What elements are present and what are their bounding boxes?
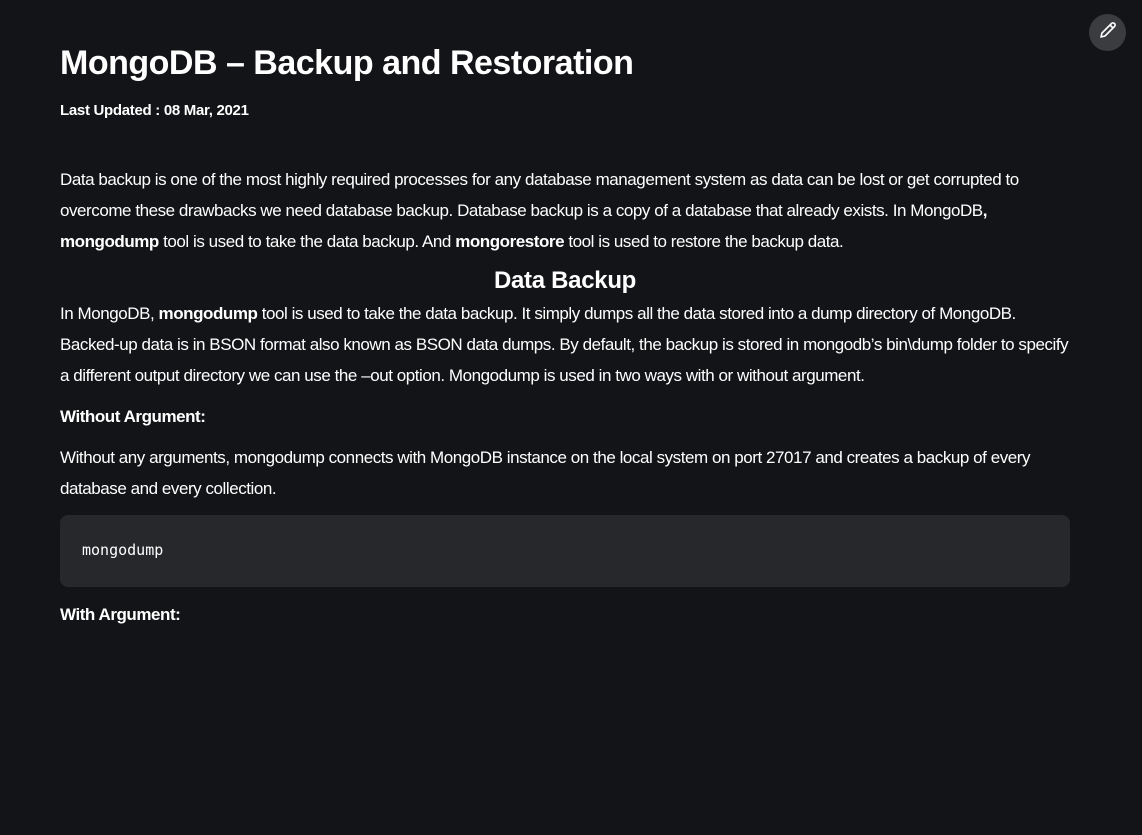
article: MongoDB – Backup and Restoration Last Up…	[60, 40, 1070, 630]
with-argument-label: With Argument:	[60, 605, 181, 624]
code-block[interactable]: mongodump	[60, 515, 1070, 587]
section-paragraph: In MongoDB, mongodump tool is used to ta…	[60, 298, 1070, 391]
edit-button[interactable]	[1089, 14, 1126, 51]
without-argument-label: Without Argument:	[60, 407, 206, 426]
section-heading: Data Backup	[493, 267, 637, 294]
bold-text: mongorestore	[455, 232, 565, 251]
without-argument-paragraph: Without any arguments, mongodump connect…	[60, 448, 1031, 498]
text: Data backup is one of the most highly re…	[60, 170, 1019, 220]
text: In MongoDB,	[60, 304, 159, 323]
text: tool is used to restore the backup data.	[564, 232, 844, 251]
page-title: MongoDB – Backup and Restoration	[60, 44, 634, 82]
last-updated: Last Updated : 08 Mar, 2021	[60, 102, 249, 119]
intro-paragraph: Data backup is one of the most highly re…	[60, 164, 1070, 257]
text: tool is used to take the data backup. An…	[158, 232, 456, 251]
pencil-icon	[1098, 20, 1118, 45]
bold-text: mongodump	[158, 304, 258, 323]
